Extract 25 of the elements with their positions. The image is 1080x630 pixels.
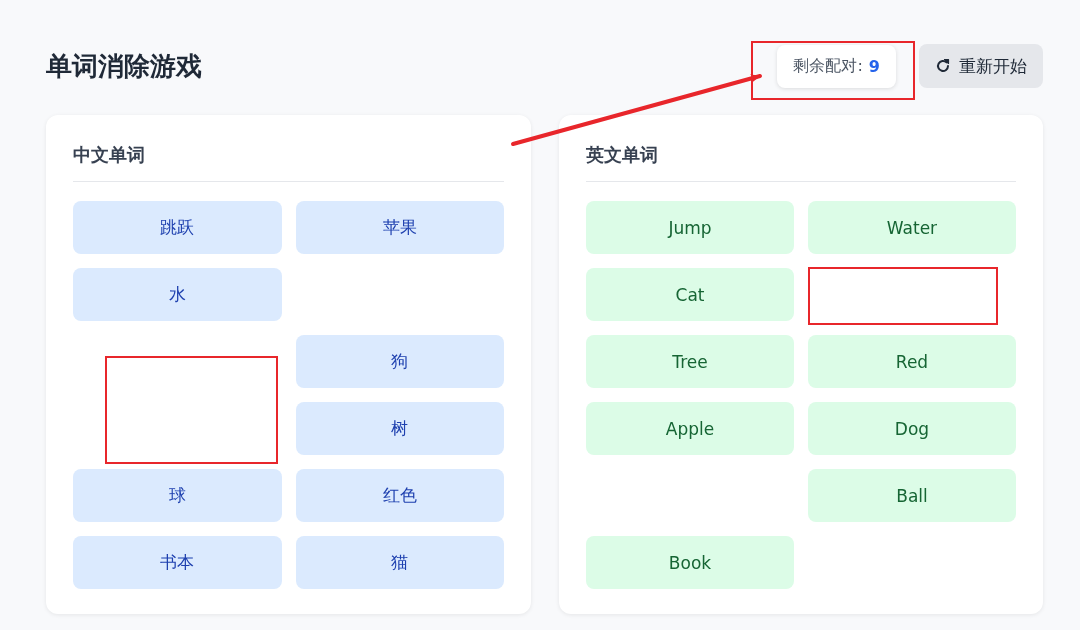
word-tile[interactable]: Cat bbox=[586, 268, 794, 321]
word-tile[interactable]: 书本 bbox=[73, 536, 282, 589]
word-tile[interactable]: Tree bbox=[586, 335, 794, 388]
word-tile[interactable]: Dog bbox=[808, 402, 1016, 455]
remaining-pairs-count: 9 bbox=[868, 56, 880, 76]
panel-heading: 中文单词 bbox=[73, 143, 504, 182]
word-tile[interactable]: Book bbox=[586, 536, 794, 589]
page-title: 单词消除游戏 bbox=[46, 49, 203, 83]
word-tile[interactable]: 猫 bbox=[295, 536, 504, 589]
word-tile[interactable]: Red bbox=[808, 335, 1016, 388]
word-tile[interactable]: Jump bbox=[586, 201, 794, 254]
word-tile[interactable]: Ball bbox=[808, 469, 1016, 522]
word-tile[interactable]: 跳跃 bbox=[73, 201, 282, 254]
word-tile[interactable]: 狗 bbox=[295, 335, 504, 388]
word-tile[interactable]: 红色 bbox=[295, 469, 504, 522]
panel-heading: 英文单词 bbox=[586, 143, 1016, 182]
word-tile[interactable]: 苹果 bbox=[295, 201, 504, 254]
word-tile[interactable]: Water bbox=[808, 201, 1016, 254]
refresh-icon bbox=[935, 58, 951, 74]
word-tile[interactable]: 球 bbox=[73, 469, 282, 522]
word-tile[interactable]: Apple bbox=[586, 402, 794, 455]
restart-button[interactable]: 重新开始 bbox=[919, 44, 1043, 88]
word-tile[interactable]: 树 bbox=[295, 402, 504, 455]
remaining-pairs-label: 剩余配对: bbox=[793, 55, 863, 77]
word-tile[interactable]: 水 bbox=[73, 268, 282, 321]
